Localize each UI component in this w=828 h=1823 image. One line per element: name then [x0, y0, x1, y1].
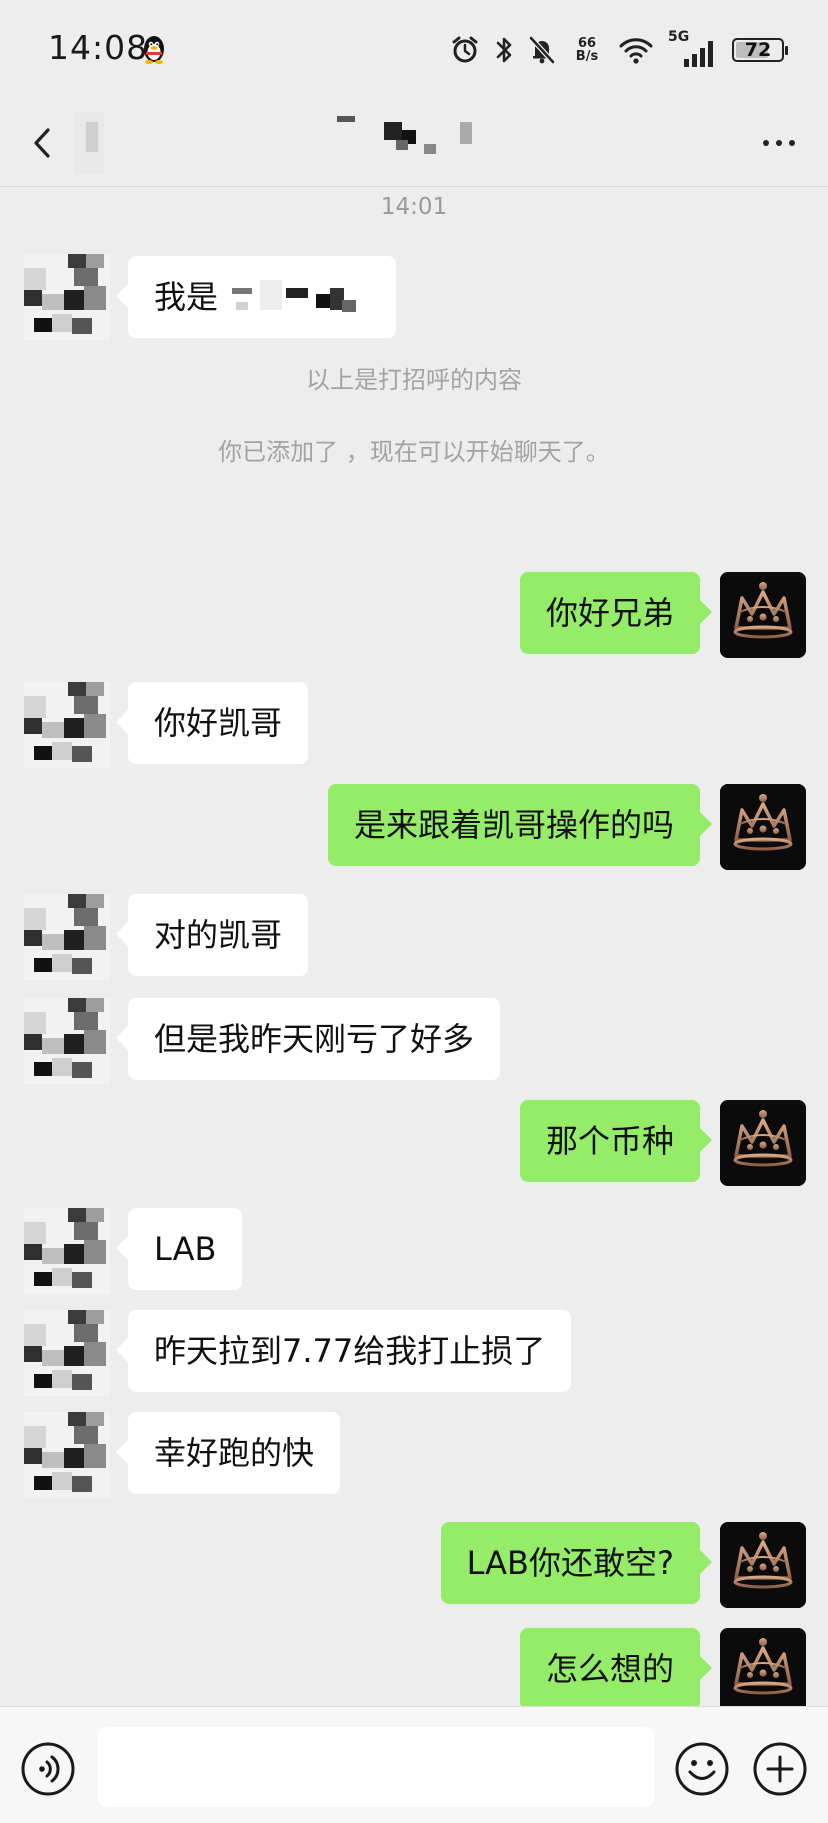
wifi-icon: [619, 38, 653, 64]
message-input[interactable]: [98, 1727, 654, 1807]
message-text: 怎么想的: [545, 1650, 674, 1688]
chat-header: [0, 100, 828, 187]
message-text: 对的凯哥: [154, 916, 283, 954]
message-text: 你好兄弟: [545, 594, 674, 632]
status-icons: 66 B/s 5G 72: [450, 29, 788, 70]
contact-avatar[interactable]: [24, 682, 110, 768]
input-bar: [0, 1706, 828, 1823]
contact-avatar[interactable]: [24, 1412, 110, 1498]
message-text: 昨天拉到7.77给我打止损了: [154, 1332, 546, 1370]
message-bubble-incoming[interactable]: LAB: [115, 1208, 243, 1290]
my-avatar[interactable]: [720, 572, 806, 658]
added-contact-note: 你已添加了 ，现在可以开始聊天了。: [0, 432, 828, 467]
message-bubble-outgoing[interactable]: 是来跟着凯哥操作的吗: [327, 784, 713, 866]
message-bubble-incoming[interactable]: 你好凯哥: [115, 682, 309, 764]
message-text: LAB: [154, 1230, 217, 1268]
alarm-icon: [452, 36, 478, 63]
mute-bell-icon: [529, 36, 555, 64]
message-bubble-outgoing[interactable]: 怎么想的: [519, 1628, 713, 1710]
my-avatar[interactable]: [720, 784, 806, 870]
battery-icon: 72: [732, 38, 788, 62]
pixelated-name: [226, 274, 366, 322]
contact-avatar[interactable]: [24, 998, 110, 1084]
message-text: 但是我昨天刚亏了好多: [154, 1020, 475, 1058]
message-bubble-incoming[interactable]: 昨天拉到7.77给我打止损了: [115, 1310, 572, 1392]
qq-penguin-icon: [144, 36, 164, 64]
signal-icon: [684, 41, 713, 67]
message-bubble-incoming[interactable]: 但是我昨天刚亏了好多: [115, 998, 501, 1080]
net-speed-unit: B/s: [575, 49, 599, 64]
message-text: LAB你还敢空?: [466, 1544, 674, 1582]
added-note-text: 你已添加了 ，现在可以开始聊天了。: [218, 438, 610, 466]
contact-avatar[interactable]: [24, 1208, 110, 1294]
contact-avatar[interactable]: [24, 1310, 110, 1396]
message-text: 是来跟着凯哥操作的吗: [353, 806, 674, 844]
bluetooth-icon: [496, 37, 512, 63]
back-icon[interactable]: [22, 118, 62, 168]
contact-avatar[interactable]: [24, 254, 110, 340]
crown-avatar: [720, 572, 806, 658]
message-bubble-outgoing[interactable]: LAB你还敢空?: [440, 1522, 713, 1604]
voice-icon[interactable]: [20, 1741, 76, 1797]
my-avatar[interactable]: [720, 1100, 806, 1186]
message-text: 你好凯哥: [154, 704, 283, 742]
message-text: 我是: [154, 278, 219, 316]
message-text: 幸好跑的快: [154, 1434, 315, 1472]
message-bubble-incoming[interactable]: 对的凯哥: [115, 894, 309, 976]
battery-level: 72: [744, 39, 772, 61]
message-text: 那个币种: [545, 1122, 674, 1160]
plus-icon[interactable]: [752, 1741, 808, 1797]
signal-indicator: 5G: [668, 29, 718, 67]
greeting-note: 以上是打招呼的内容: [306, 366, 522, 394]
crown-avatar: [720, 1100, 806, 1186]
crown-avatar: [720, 1522, 806, 1608]
chat-area[interactable]: 14:01 我是 以上是打招呼的内容 你已添加了 ，现在可以开始聊天了。 你好兄…: [0, 186, 828, 1714]
message-bubble-outgoing[interactable]: 那个币种: [519, 1100, 713, 1182]
more-icon[interactable]: [754, 120, 804, 166]
contact-avatar[interactable]: [24, 894, 110, 980]
my-avatar[interactable]: [720, 1522, 806, 1608]
message-timestamp: 14:01: [380, 194, 448, 220]
battery-tip: [785, 46, 788, 55]
message-bubble-outgoing[interactable]: 你好兄弟: [519, 572, 713, 654]
my-avatar[interactable]: [720, 1628, 806, 1714]
emoji-icon[interactable]: [674, 1741, 730, 1797]
message-bubble-incoming[interactable]: 我是: [116, 256, 396, 338]
message-bubble-incoming[interactable]: 幸好跑的快: [115, 1412, 341, 1494]
status-time: 14:08: [48, 28, 149, 67]
net-speed: 66 B/s: [570, 37, 604, 63]
crown-avatar: [720, 784, 806, 870]
status-bar: 14:08 66 B/s 5G 72: [0, 0, 828, 100]
crown-avatar: [720, 1628, 806, 1714]
